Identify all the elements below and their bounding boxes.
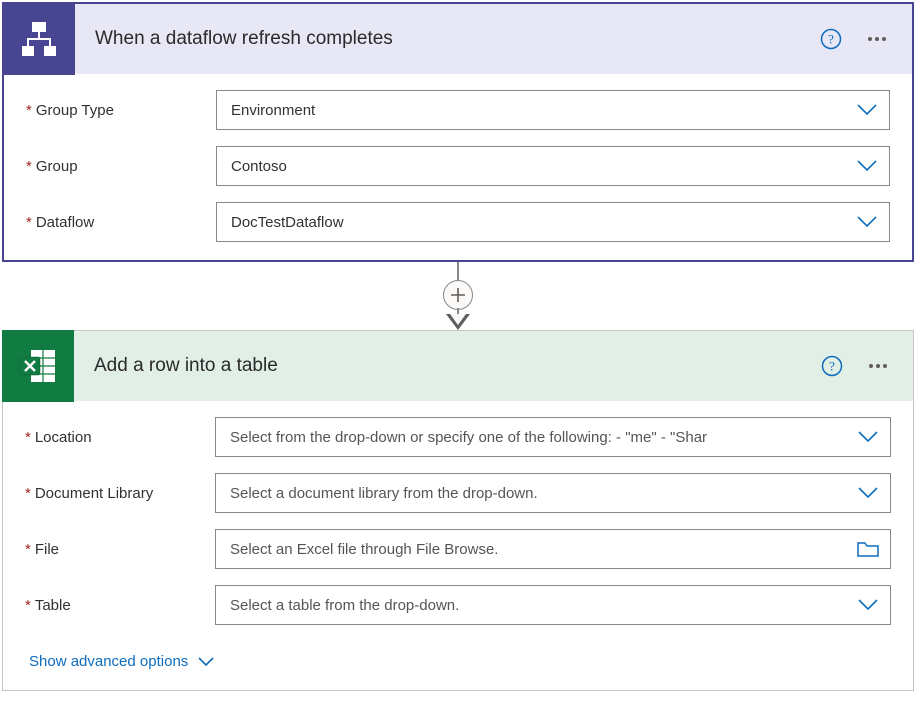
chevron-down-icon: [853, 216, 881, 228]
field-label: *Group: [26, 158, 216, 175]
action-card: Add a row into a table ? *Location Selec…: [2, 330, 914, 691]
svg-text:?: ?: [828, 32, 834, 47]
dataflow-icon: [3, 3, 75, 75]
help-icon[interactable]: ?: [820, 28, 842, 50]
trigger-card: When a dataflow refresh completes ? *Gro…: [2, 2, 914, 262]
field-label: *File: [25, 541, 215, 558]
more-icon[interactable]: [867, 355, 889, 377]
field-file: *File Select an Excel file through File …: [25, 529, 891, 569]
group-type-value: Environment: [231, 102, 853, 119]
action-title: Add a row into a table: [74, 355, 821, 377]
chevron-down-icon: [853, 104, 881, 116]
field-label: *Dataflow: [26, 214, 216, 231]
field-label: *Document Library: [25, 485, 215, 502]
field-group-type: *Group Type Environment: [26, 90, 890, 130]
location-dropdown[interactable]: Select from the drop-down or specify one…: [215, 417, 891, 457]
field-group: *Group Contoso: [26, 146, 890, 186]
trigger-body: *Group Type Environment *Group Contoso: [4, 74, 912, 260]
more-icon[interactable]: [866, 28, 888, 50]
chevron-down-icon: [854, 487, 882, 499]
chevron-down-icon: [854, 431, 882, 443]
file-placeholder: Select an Excel file through File Browse…: [230, 541, 854, 558]
dataflow-dropdown[interactable]: DocTestDataflow: [216, 202, 890, 242]
add-step-button[interactable]: [443, 280, 473, 310]
trigger-header[interactable]: When a dataflow refresh completes ?: [4, 4, 912, 74]
folder-icon[interactable]: [854, 540, 882, 558]
field-location: *Location Select from the drop-down or s…: [25, 417, 891, 457]
file-browse[interactable]: Select an Excel file through File Browse…: [215, 529, 891, 569]
document-library-dropdown[interactable]: Select a document library from the drop-…: [215, 473, 891, 513]
field-label: *Table: [25, 597, 215, 614]
table-placeholder: Select a table from the drop-down.: [230, 597, 854, 614]
field-document-library: *Document Library Select a document libr…: [25, 473, 891, 513]
field-label: *Group Type: [26, 102, 216, 119]
document-library-placeholder: Select a document library from the drop-…: [230, 485, 854, 502]
excel-icon: [2, 330, 74, 402]
location-placeholder: Select from the drop-down or specify one…: [230, 429, 854, 446]
field-label: *Location: [25, 429, 215, 446]
chevron-down-icon: [198, 657, 214, 667]
trigger-title: When a dataflow refresh completes: [75, 28, 820, 50]
action-body: *Location Select from the drop-down or s…: [3, 401, 913, 690]
svg-text:?: ?: [829, 359, 835, 374]
field-table: *Table Select a table from the drop-down…: [25, 585, 891, 625]
advanced-options-label: Show advanced options: [29, 653, 188, 670]
group-type-dropdown[interactable]: Environment: [216, 90, 890, 130]
group-dropdown[interactable]: Contoso: [216, 146, 890, 186]
chevron-down-icon: [853, 160, 881, 172]
show-advanced-options-link[interactable]: Show advanced options: [29, 653, 214, 670]
connector: [2, 262, 914, 330]
group-value: Contoso: [231, 158, 853, 175]
table-dropdown[interactable]: Select a table from the drop-down.: [215, 585, 891, 625]
arrow-down-icon: [446, 314, 470, 330]
dataflow-value: DocTestDataflow: [231, 214, 853, 231]
action-header[interactable]: Add a row into a table ?: [3, 331, 913, 401]
field-dataflow: *Dataflow DocTestDataflow: [26, 202, 890, 242]
help-icon[interactable]: ?: [821, 355, 843, 377]
chevron-down-icon: [854, 599, 882, 611]
